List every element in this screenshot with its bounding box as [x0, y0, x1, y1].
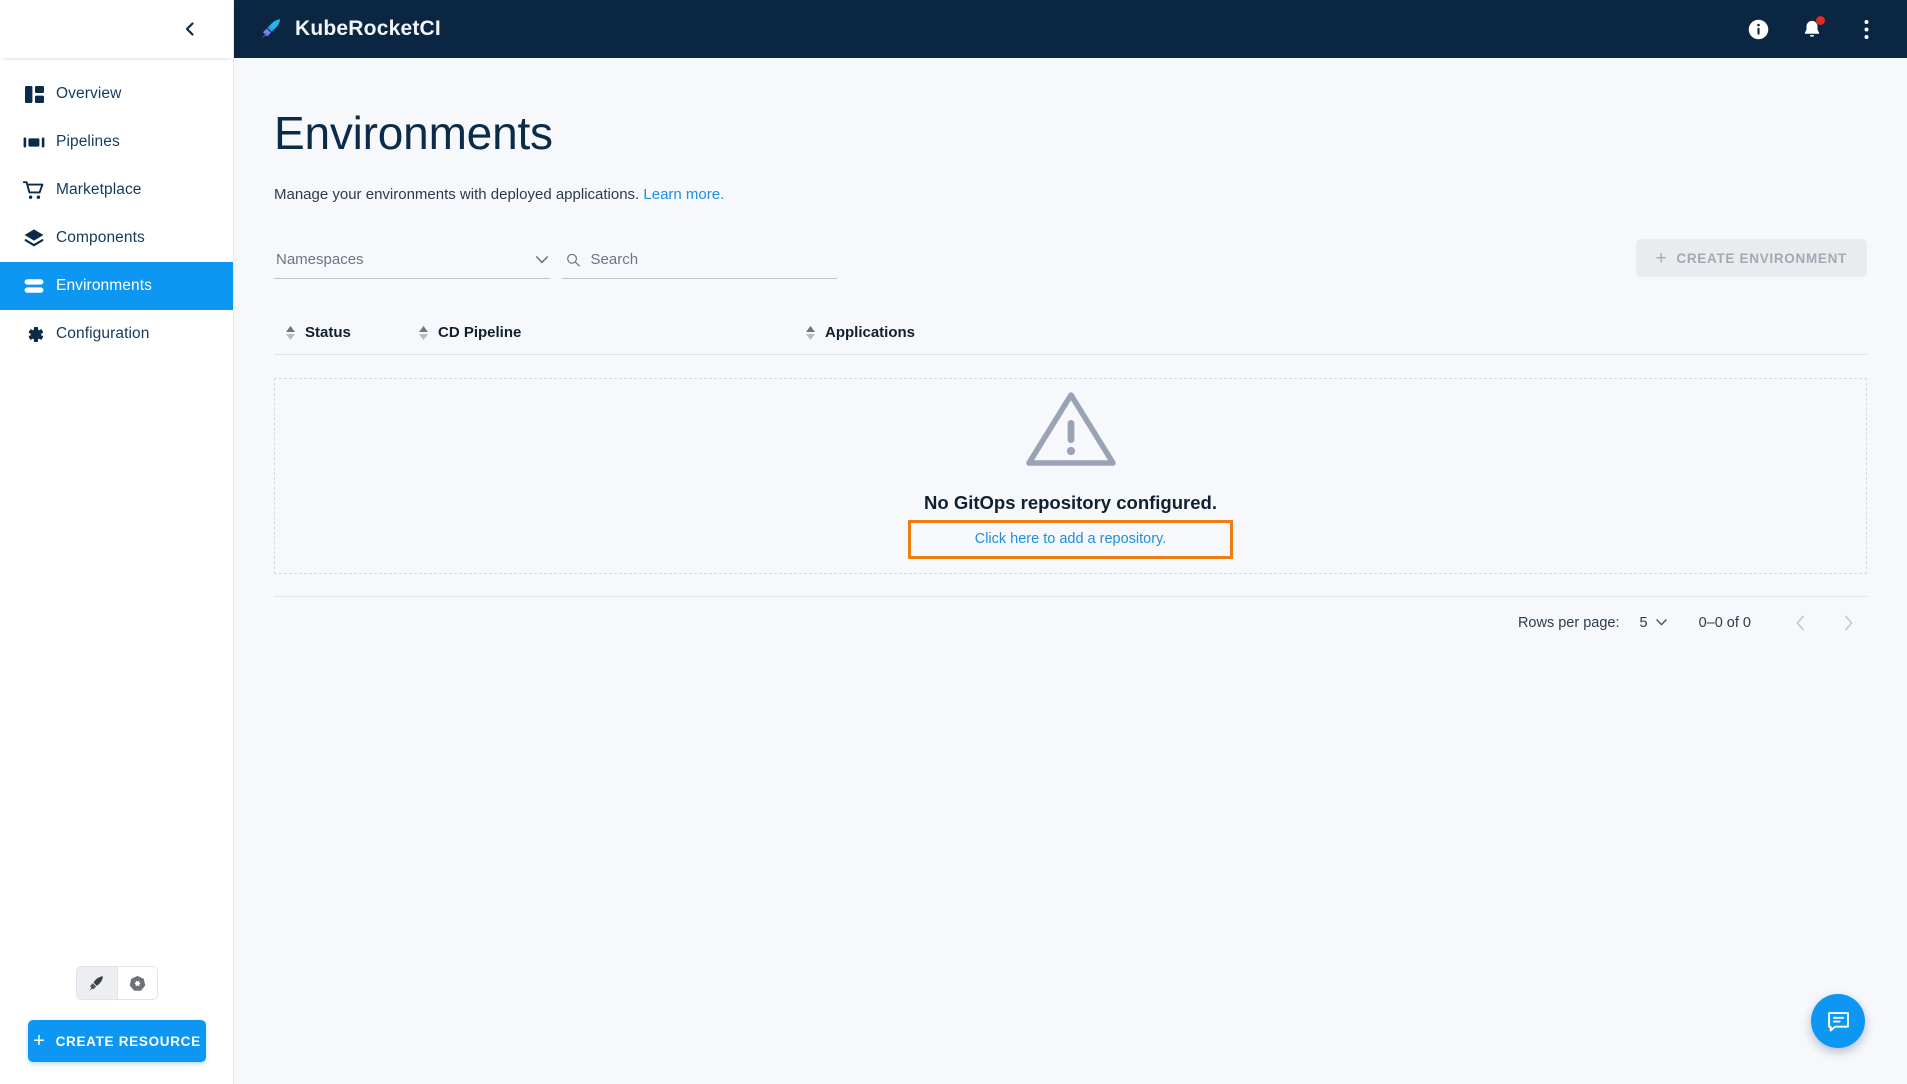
sidebar-item-overview[interactable]: Overview [0, 70, 233, 118]
column-header-label: CD Pipeline [438, 324, 522, 341]
notifications-button[interactable] [1795, 12, 1829, 46]
empty-state-title: No GitOps repository configured. [924, 492, 1217, 513]
chat-fab-button[interactable] [1811, 994, 1865, 1048]
pagination-next-button[interactable] [1829, 604, 1867, 642]
cart-icon [12, 180, 56, 201]
warning-triangle-icon [1023, 387, 1119, 476]
page-description-text: Manage your environments with deployed a… [274, 186, 640, 203]
info-button[interactable] [1741, 12, 1775, 46]
pagination-range: 0–0 of 0 [1698, 614, 1751, 631]
kuberocketci-logo-icon [261, 18, 281, 39]
plus-icon: + [1655, 247, 1668, 269]
empty-state: No GitOps repository configured. Click h… [274, 378, 1867, 574]
page-title: Environments [274, 107, 553, 159]
chat-icon [1827, 1011, 1849, 1031]
create-environment-label: CREATE ENVIRONMENT [1676, 250, 1847, 266]
chevron-left-icon [1796, 615, 1804, 630]
sort-arrows-icon [806, 325, 815, 340]
page-description: Manage your environments with deployed a… [274, 186, 1867, 203]
pagination: Rows per page: 5 0–0 of 0 [274, 596, 1867, 648]
sidebar-header [0, 0, 233, 58]
filter-row: Namespaces + CREATE ENVIRONMENT [274, 239, 1867, 279]
kuberocket-view-toggle[interactable] [77, 967, 117, 999]
sidebar: Overview Pipelines Marketplace Component… [0, 0, 234, 1084]
search-input[interactable] [590, 251, 835, 268]
chevron-down-icon [536, 255, 548, 263]
create-resource-label: CREATE RESOURCE [55, 1033, 201, 1049]
rows-per-page-label: Rows per page: [1517, 614, 1620, 631]
sidebar-item-label: Components [56, 229, 145, 246]
sidebar-item-label: Environments [56, 277, 152, 294]
column-header-cd-pipeline[interactable]: CD Pipeline [419, 324, 521, 341]
sidebar-item-pipelines[interactable]: Pipelines [0, 118, 233, 166]
plus-icon: + [33, 1030, 46, 1052]
rocket-icon [89, 975, 104, 991]
sidebar-item-components[interactable]: Components [0, 214, 233, 262]
overflow-menu-button[interactable] [1849, 12, 1883, 46]
info-icon [1748, 19, 1768, 39]
table-header-row: Status CD Pipeline Applications [274, 311, 1867, 355]
sidebar-collapse-button[interactable] [173, 12, 207, 46]
chevron-right-icon [1844, 615, 1852, 630]
main-content: Environments Manage your environments wi… [234, 58, 1907, 1084]
sidebar-item-label: Pipelines [56, 133, 120, 150]
sidebar-item-configuration[interactable]: Configuration [0, 310, 233, 358]
namespaces-select-label: Namespaces [276, 251, 364, 268]
namespaces-select[interactable]: Namespaces [274, 245, 550, 279]
sidebar-item-marketplace[interactable]: Marketplace [0, 166, 233, 214]
kubernetes-view-toggle[interactable] [116, 967, 157, 999]
pipelines-icon [12, 132, 56, 153]
app-header: KubeRocketCI [234, 0, 1907, 58]
chevron-left-icon [185, 22, 194, 36]
sort-arrows-icon [286, 325, 295, 340]
app-root: Overview Pipelines Marketplace Component… [0, 0, 1907, 1084]
sidebar-item-label: Configuration [56, 325, 150, 342]
environments-icon [12, 276, 56, 296]
column-header-label: Applications [825, 324, 916, 341]
column-header-status[interactable]: Status [286, 324, 351, 341]
notification-badge [1816, 16, 1825, 25]
column-header-applications[interactable]: Applications [806, 324, 915, 341]
sort-arrows-icon [419, 325, 428, 340]
brand-name: KubeRocketCI [295, 17, 441, 40]
sidebar-item-label: Marketplace [56, 181, 142, 198]
layers-icon [12, 228, 56, 249]
chevron-down-icon [1655, 619, 1667, 626]
column-header-label: Status [305, 324, 351, 341]
sidebar-footer: + CREATE RESOURCE [0, 966, 234, 1084]
header-actions [1741, 12, 1907, 46]
search-icon [567, 253, 580, 267]
sidebar-nav: Overview Pipelines Marketplace Component… [0, 58, 233, 358]
rows-per-page-select[interactable]: 5 [1640, 615, 1667, 631]
sidebar-item-label: Overview [56, 85, 122, 102]
search-box [562, 245, 837, 279]
add-repository-highlight: Click here to add a repository. [907, 520, 1234, 559]
gear-icon [12, 324, 56, 345]
create-resource-button[interactable]: + CREATE RESOURCE [28, 1020, 206, 1062]
rows-per-page-value: 5 [1639, 614, 1648, 631]
kubernetes-icon [129, 975, 146, 991]
learn-more-link[interactable]: Learn more. [643, 186, 724, 203]
dashboard-icon [12, 84, 56, 105]
add-repository-link[interactable]: Click here to add a repository. [975, 531, 1167, 547]
kebab-menu-icon [1864, 19, 1868, 39]
create-environment-button[interactable]: + CREATE ENVIRONMENT [1635, 239, 1867, 277]
sidebar-item-environments[interactable]: Environments [0, 262, 233, 310]
view-toggle-group [76, 966, 158, 1000]
brand[interactable]: KubeRocketCI [234, 17, 441, 42]
pagination-prev-button[interactable] [1781, 604, 1819, 642]
